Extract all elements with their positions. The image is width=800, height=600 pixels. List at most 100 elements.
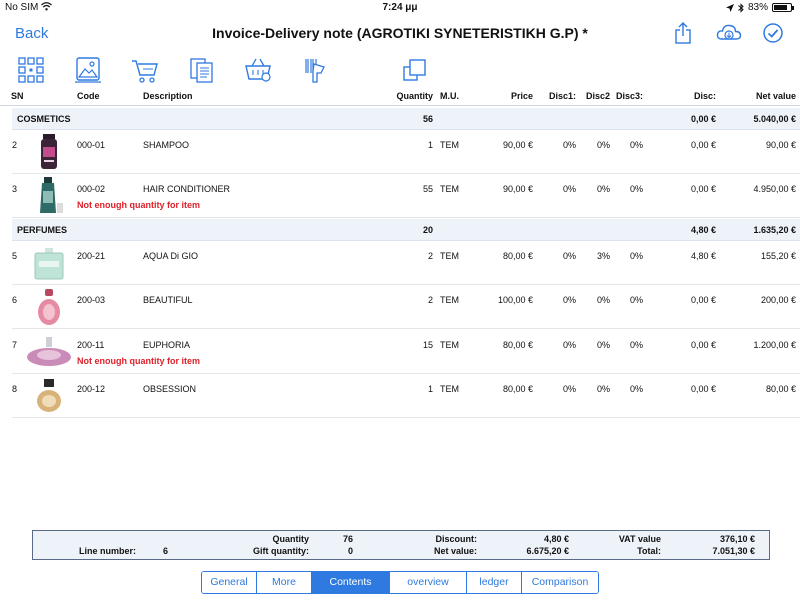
clock: 7:24 μμ bbox=[382, 2, 418, 13]
group-disc: 4,80 € bbox=[690, 225, 716, 235]
row-price: 80,00 € bbox=[502, 384, 533, 394]
row-net: 200,00 € bbox=[760, 295, 796, 305]
net-value-label: Net value: bbox=[433, 546, 477, 556]
confirm-check-icon[interactable] bbox=[762, 22, 784, 44]
quantity-value: 76 bbox=[342, 534, 353, 544]
shampoo-bottle-image bbox=[41, 134, 57, 169]
row-disc: 4,80 € bbox=[690, 251, 716, 261]
col-net-value[interactable]: Net value bbox=[716, 91, 796, 101]
vat-value: 376,10 € bbox=[719, 534, 755, 544]
gallery-icon[interactable] bbox=[74, 56, 102, 84]
group-row-perfumes[interactable]: PERFUMES 20 4,80 € 1.635,20 € bbox=[12, 219, 800, 241]
row-net: 4.950,00 € bbox=[753, 184, 796, 194]
row-mu: TEM bbox=[440, 184, 459, 194]
row-price: 90,00 € bbox=[502, 184, 533, 194]
barcode-grid-icon[interactable] bbox=[17, 56, 45, 84]
grand-total: 7.051,30 € bbox=[712, 546, 755, 556]
row-mu: TEM bbox=[440, 295, 459, 305]
cloud-download-icon[interactable] bbox=[716, 22, 742, 44]
col-description[interactable]: Description bbox=[143, 91, 193, 101]
col-price[interactable]: Price bbox=[483, 91, 533, 101]
basket-icon[interactable] bbox=[244, 56, 272, 84]
row-code: 200-12 bbox=[77, 384, 106, 394]
battery-percent: 83% bbox=[747, 2, 768, 13]
location-arrow-icon bbox=[725, 3, 734, 12]
table-row[interactable]: 2 000-01 SHAMPOO 1 TEM 90,00 € 0% 0% 0% … bbox=[12, 130, 800, 174]
row-description: AQUA Di GIO bbox=[143, 251, 199, 261]
table-row[interactable]: 7 200-11 EUPHORIA Not enough quantity fo… bbox=[12, 330, 800, 374]
tab-overview[interactable]: overview bbox=[389, 572, 466, 593]
table-header: SN Code Description Quantity M.U. Price … bbox=[0, 88, 800, 106]
toolbar bbox=[0, 56, 800, 86]
col-disc3[interactable]: Disc3: bbox=[603, 91, 643, 101]
row-disc3: 0% bbox=[629, 184, 643, 194]
net-value-total: 6.675,20 € bbox=[526, 546, 569, 556]
row-price: 90,00 € bbox=[502, 140, 533, 150]
group-name: PERFUMES bbox=[17, 225, 68, 235]
tab-general[interactable]: General bbox=[202, 572, 256, 593]
table-row[interactable]: 8 200-12 OBSESSION 1 TEM 80,00 € 0% 0% 0… bbox=[12, 374, 800, 418]
row-sn: 2 bbox=[12, 140, 18, 150]
scanner-icon[interactable] bbox=[300, 56, 328, 84]
documents-icon[interactable] bbox=[188, 56, 216, 84]
vat-label: VAT value bbox=[618, 534, 661, 544]
row-quantity[interactable]: 15 bbox=[383, 340, 433, 350]
row-quantity[interactable]: 1 bbox=[383, 140, 433, 150]
row-sn: 8 bbox=[12, 384, 18, 394]
row-disc3: 0% bbox=[629, 295, 643, 305]
quantity-label: Quantity bbox=[272, 534, 309, 544]
totals-summary: Line number: 6 Quantity 76 Gift quantity… bbox=[32, 530, 770, 560]
share-icon[interactable] bbox=[672, 22, 694, 44]
row-description: BEAUTIFUL bbox=[143, 295, 193, 305]
stock-warning: Not enough quantity for item bbox=[77, 200, 200, 210]
row-description: OBSESSION bbox=[143, 384, 197, 394]
row-disc: 0,00 € bbox=[690, 140, 716, 150]
row-sn: 7 bbox=[12, 340, 18, 350]
perfume-green-image bbox=[34, 248, 64, 280]
col-sn[interactable]: SN bbox=[11, 91, 24, 101]
navigation-bar: Back Invoice-Delivery note (AGROTIKI SYN… bbox=[0, 16, 800, 52]
system-indicators: 83% bbox=[725, 2, 794, 13]
group-net: 1.635,20 € bbox=[753, 225, 796, 235]
row-quantity[interactable]: 55 bbox=[383, 184, 433, 194]
row-price: 80,00 € bbox=[502, 251, 533, 261]
row-net: 90,00 € bbox=[765, 140, 796, 150]
row-quantity[interactable]: 1 bbox=[383, 384, 433, 394]
battery-icon bbox=[772, 3, 794, 12]
gift-quantity-label: Gift quantity: bbox=[253, 546, 309, 556]
section-tabs: General More Contents overview ledger Co… bbox=[201, 571, 599, 594]
row-net: 155,20 € bbox=[760, 251, 796, 261]
copy-icon[interactable] bbox=[401, 56, 429, 84]
table-row[interactable]: 5 200-21 AQUA Di GIO 2 TEM 80,00 € 0% 3%… bbox=[12, 241, 800, 285]
row-disc3: 0% bbox=[629, 251, 643, 261]
group-quantity: 56 bbox=[422, 114, 433, 124]
table-row[interactable]: 6 200-03 BEAUTIFUL 2 TEM 100,00 € 0% 0% … bbox=[12, 285, 800, 329]
perfume-amber-image bbox=[37, 379, 61, 412]
total-label: Total: bbox=[637, 546, 661, 556]
row-disc3: 0% bbox=[629, 140, 643, 150]
col-mu[interactable]: M.U. bbox=[440, 91, 459, 101]
group-row-cosmetics[interactable]: COSMETICS 56 0,00 € 5.040,00 € bbox=[12, 108, 800, 130]
row-sn: 6 bbox=[12, 295, 18, 305]
row-code: 200-21 bbox=[77, 251, 106, 261]
row-quantity[interactable]: 2 bbox=[383, 295, 433, 305]
row-price: 80,00 € bbox=[502, 340, 533, 350]
tab-contents[interactable]: Contents bbox=[311, 572, 389, 593]
cart-icon[interactable] bbox=[131, 56, 159, 84]
col-code[interactable]: Code bbox=[77, 91, 100, 101]
bluetooth-icon bbox=[738, 2, 744, 13]
tab-ledger[interactable]: ledger bbox=[466, 572, 521, 593]
table-row[interactable]: 3 000-02 HAIR CONDITIONER Not enough qua… bbox=[12, 174, 800, 218]
col-disc[interactable]: Disc: bbox=[656, 91, 716, 101]
tab-comparison[interactable]: Comparison bbox=[521, 572, 598, 593]
col-quantity[interactable]: Quantity bbox=[383, 91, 433, 101]
row-quantity[interactable]: 2 bbox=[383, 251, 433, 261]
stock-warning: Not enough quantity for item bbox=[77, 356, 200, 366]
row-disc: 0,00 € bbox=[690, 295, 716, 305]
discount-label: Discount: bbox=[435, 534, 478, 544]
tab-more[interactable]: More bbox=[256, 572, 311, 593]
discount-value: 4,80 € bbox=[543, 534, 569, 544]
row-mu: TEM bbox=[440, 340, 459, 350]
status-bar: No SIM 7:24 μμ 83% bbox=[0, 0, 800, 16]
row-description: SHAMPOO bbox=[143, 140, 190, 150]
